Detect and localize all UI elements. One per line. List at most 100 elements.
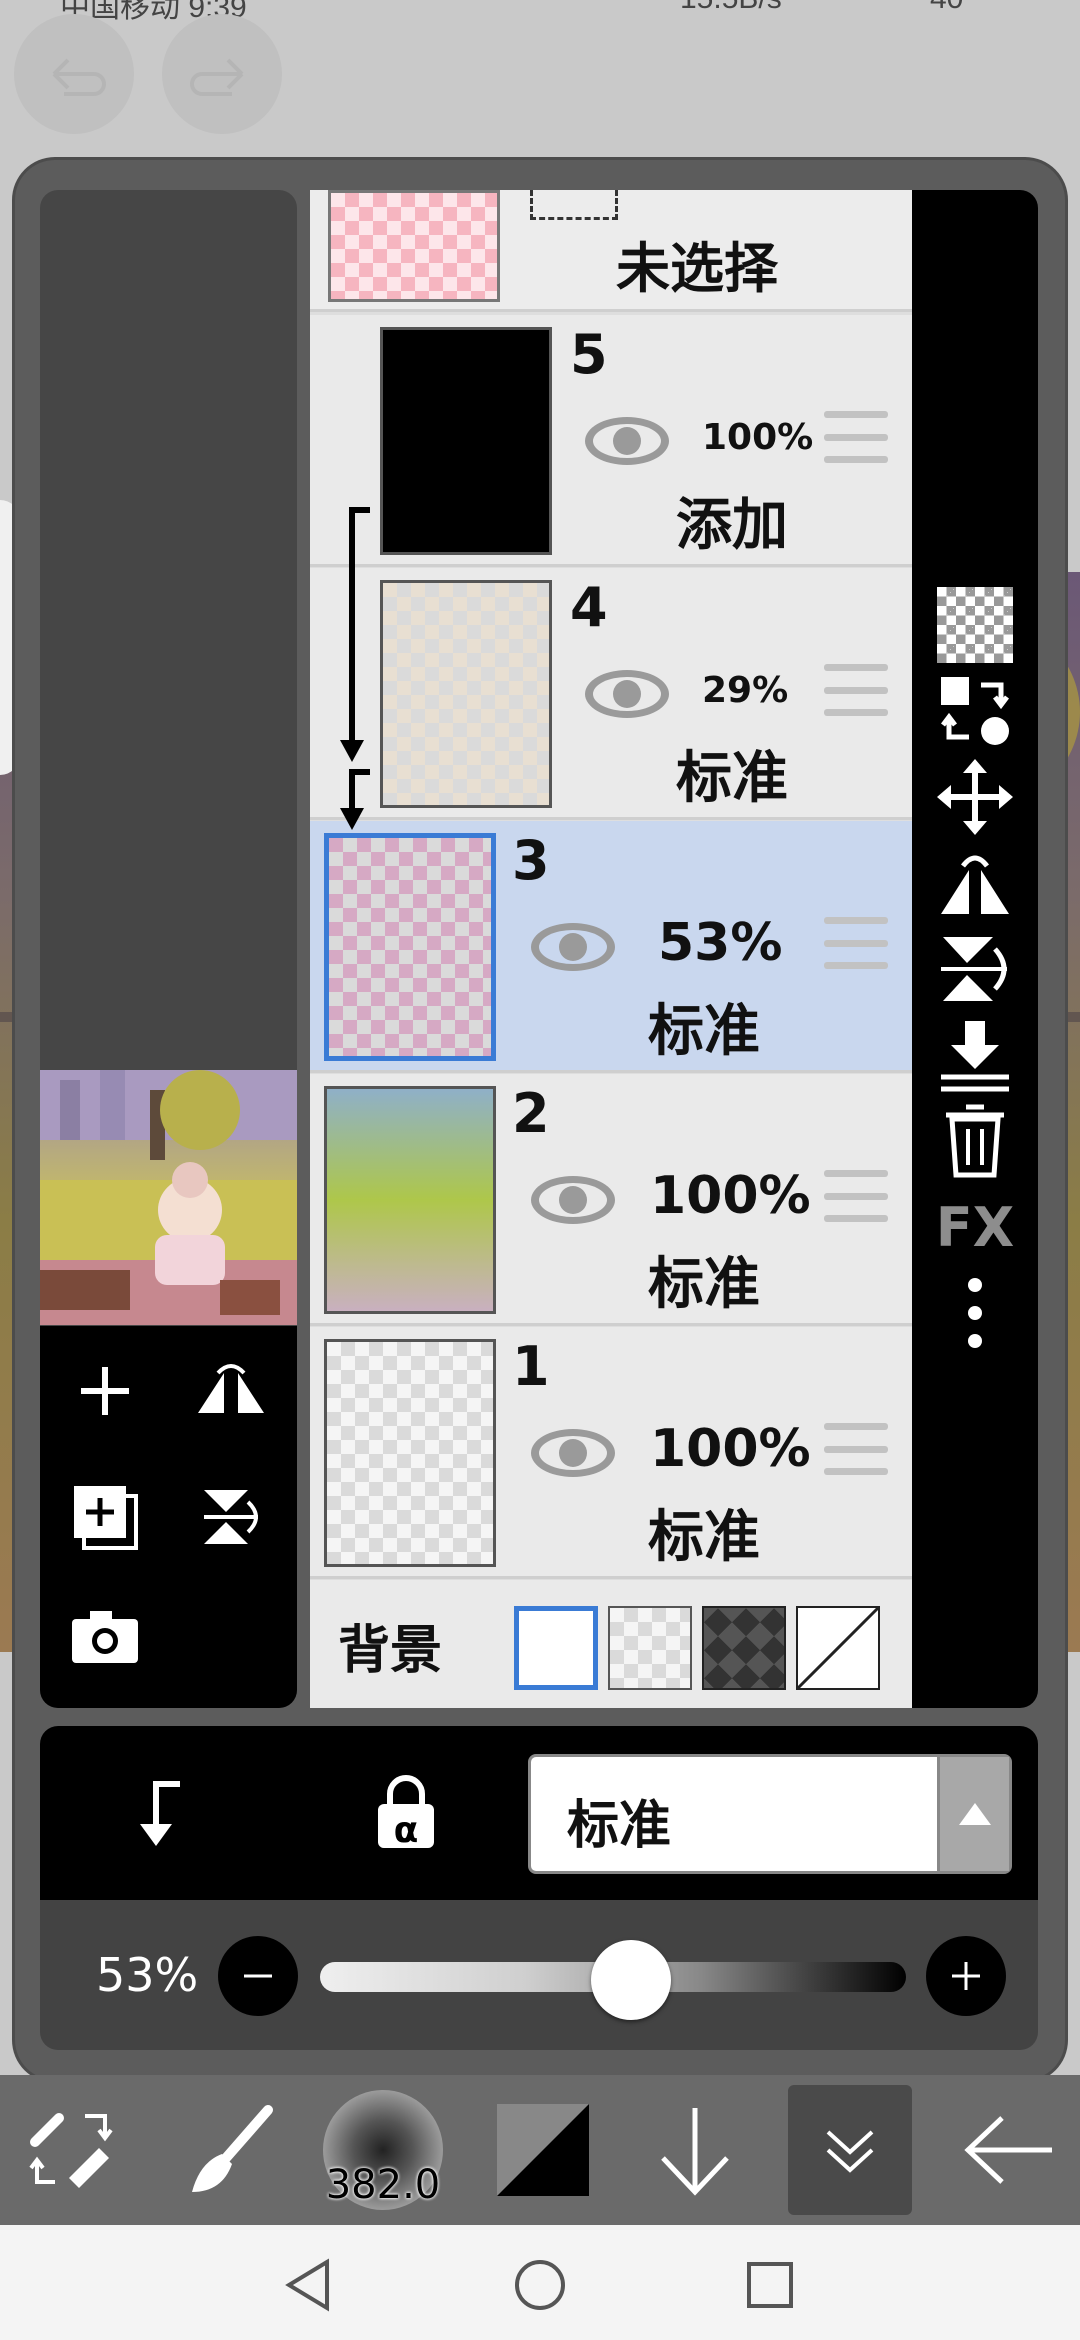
layer-down-button[interactable]	[640, 2075, 750, 2225]
blend-mode-select[interactable]: 标准	[528, 1754, 1012, 1874]
layer-thumbnail[interactable]	[380, 580, 552, 808]
alpha-lock-button[interactable]: α	[366, 1766, 446, 1858]
eye-icon[interactable]	[528, 1172, 618, 1228]
layer-blend-mode: 标准	[648, 1505, 760, 1570]
layer-row-selected[interactable]: 3 53% 标准	[310, 821, 912, 1073]
layer-thumbnail[interactable]	[324, 1339, 496, 1567]
layer-opacity: 100%	[650, 1166, 811, 1226]
app-screen: { "status_bar": {"carrier": "中国移动 9:39",…	[0, 0, 1080, 2340]
add-layer-button[interactable]	[60, 1346, 150, 1436]
layer-thumbnail[interactable]	[380, 327, 552, 555]
brush-eraser-swap-icon	[29, 2113, 113, 2188]
blend-mode-value: 标准	[567, 1796, 672, 1856]
nav-recents-button[interactable]	[740, 2255, 800, 2315]
flip-horizontal-icon	[941, 855, 1009, 914]
checker-icon	[937, 587, 1013, 663]
dropdown-arrow-icon[interactable]	[937, 1757, 1009, 1871]
background-white-swatch[interactable]	[514, 1606, 598, 1690]
delete-layer-button[interactable]	[930, 1096, 1020, 1186]
trash-icon	[946, 1104, 1004, 1178]
layer-blend-mode: 添加	[676, 493, 788, 558]
color-swatch-icon	[497, 2104, 589, 2196]
opacity-decrease-button[interactable]	[218, 1936, 298, 2016]
nav-back-button[interactable]	[278, 2255, 338, 2315]
selection-marquee-icon	[530, 190, 618, 220]
flip-vertical-icon	[941, 937, 1007, 1001]
opacity-slider-knob[interactable]	[590, 1940, 671, 2020]
brush-size-value: 382.0	[325, 2162, 441, 2208]
square-recents-icon	[747, 2262, 793, 2308]
swap-icon	[941, 677, 1009, 745]
eye-icon[interactable]	[528, 919, 618, 975]
brush-size-preview: 382.0	[323, 2090, 443, 2210]
layer-number: 4	[570, 576, 608, 639]
layer-row[interactable]: 5 100% 添加	[310, 315, 912, 567]
merge-down-button[interactable]	[930, 1010, 1020, 1100]
layer-thumbnail[interactable]	[324, 833, 496, 1061]
system-nav-bar	[0, 2225, 1080, 2340]
back-button[interactable]	[950, 2075, 1070, 2225]
canvas-thumbnail[interactable]	[40, 1070, 297, 1325]
layer-thumbnail[interactable]	[324, 1086, 496, 1314]
layer-number: 3	[512, 829, 550, 892]
triangle-back-icon	[285, 2258, 329, 2312]
layers-toggle-button[interactable]	[788, 2085, 912, 2215]
more-button[interactable]	[930, 1268, 1020, 1358]
drag-handle-icon[interactable]	[824, 664, 888, 716]
circle-home-icon	[515, 2260, 565, 2310]
unselected-row[interactable]: 未选择	[310, 190, 912, 312]
brush-size-button[interactable]: 382.0	[318, 2075, 448, 2225]
background-row: 背景	[310, 1580, 912, 1708]
minus-icon	[244, 1974, 272, 1978]
copy-layer-icon	[74, 1486, 138, 1550]
transparency-button[interactable]	[930, 580, 1020, 670]
background-none-swatch[interactable]	[796, 1606, 880, 1690]
flip-layer-button[interactable]	[186, 1346, 276, 1436]
layer-opacity: 29%	[702, 670, 789, 711]
flip-horizontal-button[interactable]	[930, 838, 1020, 928]
battery-level: 40	[930, 0, 963, 16]
collapse-chevron-icon	[826, 2130, 874, 2173]
redo-icon	[190, 58, 244, 96]
opacity-bar: 53%	[40, 1900, 1038, 2050]
layer-row[interactable]: 4 29% 标准	[310, 568, 912, 820]
drag-handle-icon[interactable]	[824, 917, 888, 969]
brush-button[interactable]	[170, 2075, 290, 2225]
layer-row[interactable]: 2 100% 标准	[310, 1074, 912, 1326]
eye-icon[interactable]	[582, 413, 672, 469]
move-button[interactable]	[930, 752, 1020, 842]
flip-vertical-button[interactable]	[930, 924, 1020, 1014]
opacity-increase-button[interactable]	[926, 1936, 1006, 2016]
color-button[interactable]	[488, 2075, 598, 2225]
eye-icon[interactable]	[528, 1425, 618, 1481]
layer-row[interactable]: 1 100% 标准	[310, 1327, 912, 1579]
swap-button[interactable]	[930, 666, 1020, 756]
drag-handle-icon[interactable]	[824, 411, 888, 463]
redo-button[interactable]	[162, 14, 282, 134]
flip-horizontal-icon	[198, 1364, 264, 1413]
tool-switch-button[interactable]	[18, 2075, 128, 2225]
drag-handle-icon[interactable]	[824, 1423, 888, 1475]
fx-button[interactable]: FX	[930, 1182, 1020, 1272]
blend-mode-bar: α 标准	[40, 1726, 1038, 1900]
net-speed: 15.5B/s	[680, 0, 782, 16]
background-dark-swatch[interactable]	[702, 1606, 786, 1690]
drag-handle-icon[interactable]	[824, 1170, 888, 1222]
undo-icon	[52, 58, 106, 96]
layer-blend-mode: 标准	[676, 746, 788, 811]
eye-icon[interactable]	[582, 666, 672, 722]
flip-vertical-icon	[204, 1490, 258, 1544]
move-icon	[937, 759, 1013, 835]
left-layer-tools	[40, 1326, 297, 1708]
clipping-button[interactable]	[116, 1772, 196, 1852]
nav-home-button[interactable]	[510, 2255, 570, 2315]
undo-button[interactable]	[14, 14, 134, 134]
copy-layer-button[interactable]	[60, 1472, 150, 1562]
camera-button[interactable]	[60, 1592, 150, 1682]
layer-number: 5	[570, 323, 608, 386]
clipping-arrow-icon	[340, 507, 370, 830]
status-bar: 中国移动 9:39 15.5B/s 40	[0, 0, 1080, 24]
rotate-layer-button[interactable]	[186, 1472, 276, 1562]
background-transparent-swatch[interactable]	[608, 1606, 692, 1690]
layers-list: 未选择 5 100% 添加 4 29% 标准 3 53% 标准 2 100% 标…	[310, 190, 912, 1708]
